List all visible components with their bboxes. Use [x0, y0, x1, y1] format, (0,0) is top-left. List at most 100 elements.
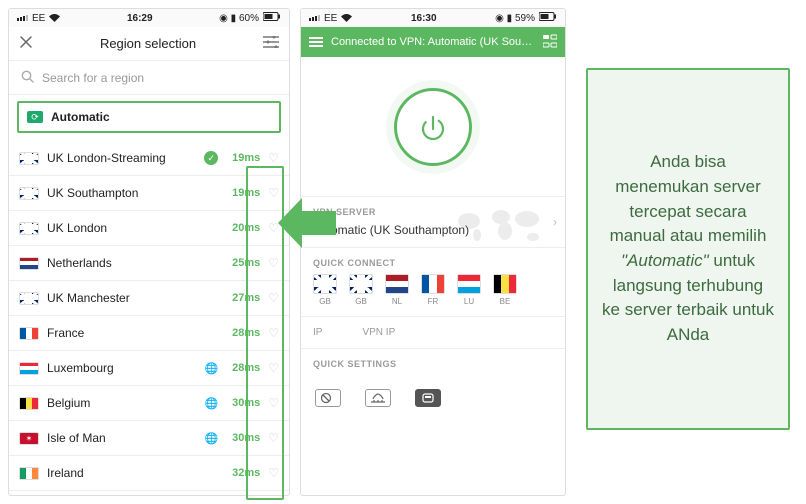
favorite-icon[interactable]: ♡	[268, 291, 279, 305]
signal-icon	[309, 15, 320, 21]
quick-connect-item[interactable]: NL	[385, 274, 409, 306]
server-row[interactable]: Belgium🌐30ms♡	[9, 386, 289, 421]
favorite-icon[interactable]: ♡	[268, 256, 279, 270]
status-indicators: ◉ ▮ 60%	[219, 13, 259, 24]
country-code: GB	[319, 297, 331, 306]
callout-arrow-icon	[276, 196, 336, 250]
nav-header: Region selection	[9, 27, 289, 61]
killswitch-setting-icon[interactable]	[315, 389, 341, 407]
search-input[interactable]: Search for a region	[9, 61, 289, 95]
carrier-label: EE	[32, 13, 45, 24]
ip-panel: IP VPN IP	[301, 317, 565, 349]
quick-connect-title: QUICK CONNECT	[313, 258, 553, 268]
power-button[interactable]	[394, 88, 472, 166]
quick-connect-item[interactable]: GB	[349, 274, 373, 306]
flag-icon	[19, 222, 39, 235]
power-section	[301, 57, 565, 197]
flag-icon	[19, 292, 39, 305]
sort-icon[interactable]	[263, 36, 279, 51]
favorite-icon[interactable]: ♡	[268, 396, 279, 410]
region-picker-icon[interactable]	[543, 34, 557, 51]
server-row[interactable]: Ireland32ms♡	[9, 456, 289, 491]
flag-icon	[19, 327, 39, 340]
favorite-icon[interactable]: ♡	[268, 326, 279, 340]
ping-value: 19ms	[226, 152, 260, 164]
server-name: Luxembourg	[47, 361, 197, 375]
ping-value: 19ms	[226, 187, 260, 199]
quick-settings-title: QUICK SETTINGS	[313, 359, 553, 369]
carrier-label: EE	[324, 13, 337, 24]
status-bar: EE 16:29 ◉ ▮ 60%	[9, 9, 289, 27]
flag-icon	[19, 152, 39, 165]
flag-icon	[385, 274, 409, 294]
automatic-option[interactable]: ⟳ Automatic	[17, 101, 281, 133]
country-code: LU	[464, 297, 474, 306]
server-name: Belgium	[47, 396, 197, 410]
clock-label: 16:30	[411, 13, 437, 24]
server-list[interactable]: UK London-Streaming✓19ms♡UK Southampton1…	[9, 141, 289, 495]
favorite-icon[interactable]: ♡	[268, 466, 279, 480]
server-row[interactable]: UK London20ms♡	[9, 211, 289, 246]
flag-icon	[19, 397, 39, 410]
ping-value: 28ms	[226, 362, 260, 374]
flag-icon	[19, 467, 39, 480]
quick-settings-row	[301, 379, 565, 417]
flag-icon	[19, 187, 39, 200]
favorite-icon[interactable]: ♡	[268, 151, 279, 165]
server-row[interactable]: France 28ms ♡	[9, 316, 289, 351]
ip-label: IP	[313, 327, 322, 338]
ping-value: 28ms	[226, 327, 260, 339]
server-row[interactable]: ✶Isle of Man🌐30ms♡	[9, 421, 289, 456]
vpn-ip-label: VPN IP	[362, 327, 395, 338]
country-code: FR	[428, 297, 439, 306]
quick-connect-item[interactable]: GB	[313, 274, 337, 306]
favorite-icon[interactable]: ♡	[268, 361, 279, 375]
quick-connect-item[interactable]: BE	[493, 274, 517, 306]
server-row[interactable]: DE Frankfurt34ms♡	[9, 491, 289, 495]
search-icon	[21, 70, 34, 86]
server-name: Isle of Man	[47, 431, 197, 445]
automatic-label: Automatic	[51, 110, 110, 124]
battery-icon	[263, 12, 281, 24]
quick-settings-panel: QUICK SETTINGS	[301, 349, 565, 379]
server-name: Netherlands	[47, 256, 218, 270]
server-name: UK London-Streaming	[47, 151, 196, 165]
battery-icon	[539, 12, 557, 24]
server-row[interactable]: UK Southampton19ms♡	[9, 176, 289, 211]
globe-icon: 🌐	[205, 397, 219, 410]
clock-label: 16:29	[127, 13, 153, 24]
flag-icon: ✶	[19, 432, 39, 445]
status-indicators: ◉ ▮ 59%	[495, 13, 535, 24]
annotation-box: Anda bisa menemukan server tercepat seca…	[586, 68, 790, 430]
server-row[interactable]: Netherlands 25ms ♡	[9, 246, 289, 281]
search-placeholder: Search for a region	[42, 71, 144, 85]
server-row[interactable]: UK London-Streaming✓19ms♡	[9, 141, 289, 176]
mace-setting-icon[interactable]	[415, 389, 441, 407]
country-code: BE	[500, 297, 511, 306]
ping-value: 30ms	[226, 432, 260, 444]
signal-icon	[17, 15, 28, 21]
menu-icon[interactable]	[309, 37, 323, 47]
connected-screen: EE 16:30 ◉ ▮ 59% Connected to VPN: Autom…	[300, 8, 566, 496]
annotation-text: Anda bisa menemukan server tercepat seca…	[602, 150, 774, 347]
server-name: France	[47, 326, 218, 340]
status-bar: EE 16:30 ◉ ▮ 59%	[301, 9, 565, 27]
chevron-right-icon: ›	[553, 215, 557, 229]
favorite-icon[interactable]: ♡	[268, 431, 279, 445]
flag-icon	[457, 274, 481, 294]
quick-connect-item[interactable]: FR	[421, 274, 445, 306]
network-setting-icon[interactable]	[365, 389, 391, 407]
server-row[interactable]: Luxembourg🌐28ms♡	[9, 351, 289, 386]
close-icon[interactable]	[19, 35, 33, 52]
country-code: NL	[392, 297, 402, 306]
flag-icon	[493, 274, 517, 294]
flag-icon	[349, 274, 373, 294]
flag-icon	[19, 362, 39, 375]
vpn-server-panel[interactable]: VPN SERVER Automatic (UK Southampton) ›	[301, 197, 565, 248]
quick-connect-item[interactable]: LU	[457, 274, 481, 306]
automatic-icon: ⟳	[27, 111, 43, 123]
server-name: Ireland	[47, 466, 218, 480]
ping-value: 25ms	[226, 257, 260, 269]
wifi-icon	[341, 14, 352, 23]
server-row[interactable]: UK Manchester27ms♡	[9, 281, 289, 316]
